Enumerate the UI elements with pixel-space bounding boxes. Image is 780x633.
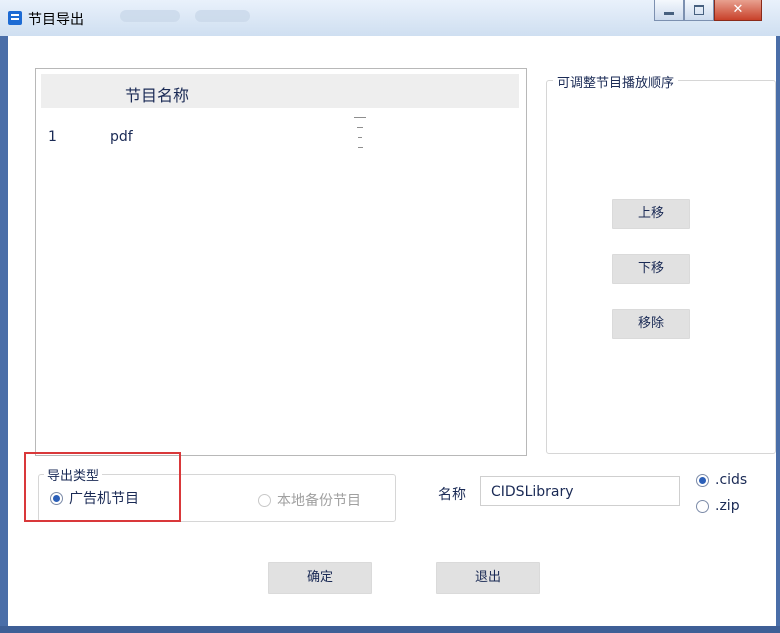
annotation-highlight-box <box>24 452 181 522</box>
window-controls: ✕ <box>654 0 762 24</box>
radio-selected-icon <box>696 473 709 487</box>
row-program-name: pdf <box>110 129 133 145</box>
row-index: 1 <box>48 129 57 145</box>
radio-format-cids-label: .cids <box>715 472 748 488</box>
exit-button[interactable]: 退出 <box>436 562 540 594</box>
column-header-program-name: 节目名称 <box>125 86 190 105</box>
radio-format-cids[interactable]: .cids <box>696 472 747 488</box>
move-down-button[interactable]: 下移 <box>612 254 690 284</box>
column-resize-artifact <box>354 117 366 163</box>
app-icon <box>8 11 22 25</box>
close-button[interactable]: ✕ <box>714 0 762 21</box>
list-header: 节目名称 <box>41 74 519 108</box>
confirm-button[interactable]: 确定 <box>268 562 372 594</box>
move-up-button[interactable]: 上移 <box>612 199 690 229</box>
program-list[interactable]: 节目名称 1 pdf <box>35 68 527 456</box>
blurred-title-region <box>195 10 250 22</box>
name-input[interactable]: CIDSLibrary <box>480 476 680 506</box>
maximize-button[interactable] <box>684 0 714 21</box>
name-label: 名称 <box>438 487 466 503</box>
radio-format-zip-label: .zip <box>715 498 740 514</box>
window-title: 节目导出 <box>28 12 84 28</box>
radio-local-backup[interactable]: 本地备份节目 <box>258 490 361 510</box>
radio-unselected-icon <box>258 493 271 507</box>
radio-unselected-icon <box>696 499 709 513</box>
list-item[interactable]: 1 pdf <box>36 127 524 149</box>
window-bottom-border <box>0 626 780 633</box>
radio-local-backup-label: 本地备份节目 <box>277 493 361 509</box>
radio-format-zip[interactable]: .zip <box>696 498 740 514</box>
minimize-button[interactable] <box>654 0 684 21</box>
remove-button[interactable]: 移除 <box>612 309 690 339</box>
title-bar[interactable]: 节目导出 ✕ <box>0 0 780 36</box>
play-order-group-legend: 可调整节目播放顺序 <box>553 72 679 91</box>
blurred-title-region <box>120 10 180 22</box>
